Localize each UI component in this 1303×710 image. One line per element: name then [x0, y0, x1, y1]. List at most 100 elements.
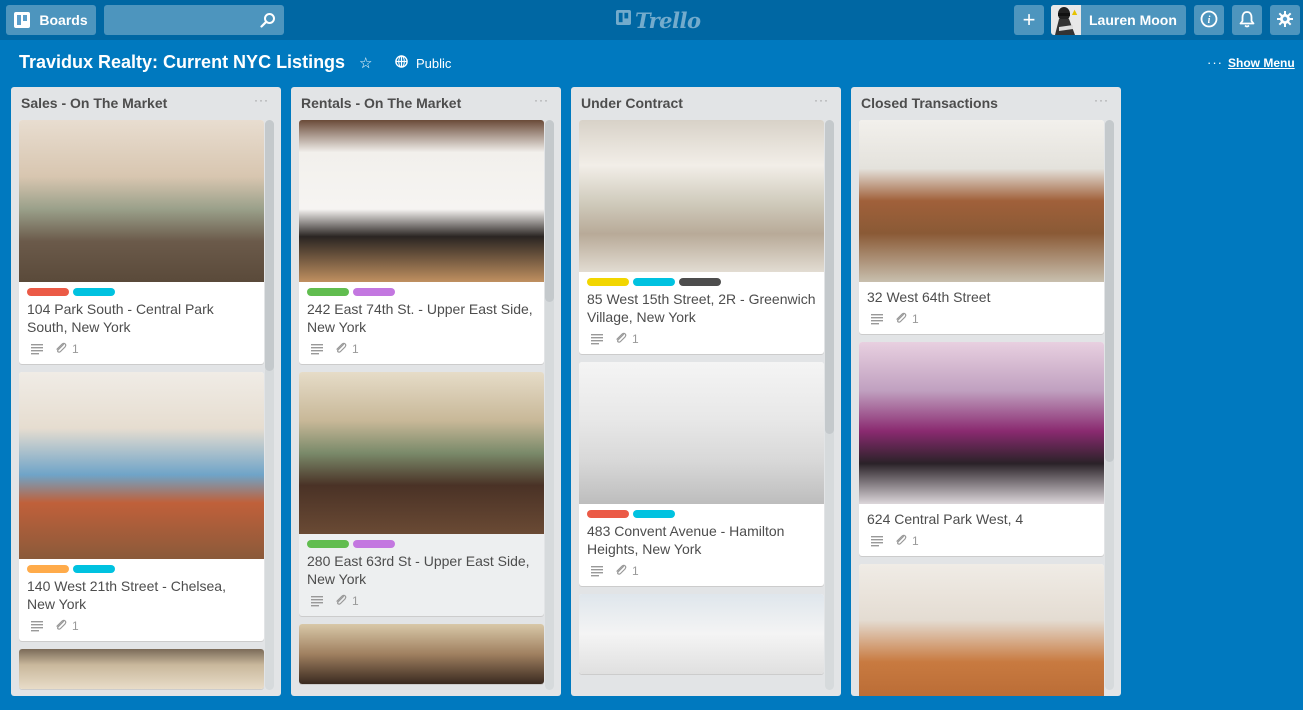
card[interactable]: 624 Central Park West, 4 1: [859, 342, 1104, 556]
list-scrollbar-thumb[interactable]: [545, 120, 554, 303]
card-badges: 1: [27, 617, 256, 635]
star-icon[interactable]: ☆: [359, 54, 372, 72]
label-sky[interactable]: [73, 565, 115, 573]
card[interactable]: [19, 649, 264, 689]
list-title[interactable]: Sales - On The Market: [21, 95, 167, 111]
description-icon: [871, 535, 883, 547]
user-menu-button[interactable]: ▲ Lauren Moon: [1051, 5, 1186, 35]
trello-logo-icon: [616, 10, 631, 30]
visibility-button[interactable]: Public: [395, 55, 451, 71]
list-menu-icon[interactable]: ···: [254, 93, 269, 107]
svg-text:i: i: [1208, 15, 1211, 26]
label-red[interactable]: [587, 510, 629, 518]
description-icon: [591, 333, 603, 345]
list-scrollbar-thumb[interactable]: [265, 120, 274, 371]
card-body: 242 East 74th St. - Upper East Side, New…: [299, 282, 544, 364]
card-stack: 104 Park South - Central Park South, New…: [19, 120, 264, 696]
label-green[interactable]: [307, 288, 349, 296]
settings-button[interactable]: [1270, 5, 1300, 35]
card-cover-image: [859, 120, 1104, 282]
list-scrollbar[interactable]: [1105, 120, 1114, 690]
label-yellow[interactable]: [587, 278, 629, 286]
card-cover-image: [859, 564, 1104, 696]
attachment-icon: [55, 342, 67, 357]
info-button[interactable]: i: [1194, 5, 1224, 35]
card-labels: [27, 565, 256, 573]
card[interactable]: 104 Park South - Central Park South, New…: [19, 120, 264, 364]
attachment-count: 1: [632, 564, 639, 578]
attachment-icon: [895, 534, 907, 549]
card-cover-image: [579, 362, 824, 504]
label-sky[interactable]: [73, 288, 115, 296]
card[interactable]: 140 West 21th Street - Chelsea, New York…: [19, 372, 264, 641]
card[interactable]: 85 West 15th Street, 2R - Greenwich Vill…: [579, 120, 824, 354]
list-title[interactable]: Closed Transactions: [861, 95, 998, 111]
label-sky[interactable]: [633, 278, 675, 286]
attachment-badge: 1: [335, 342, 359, 357]
list-3: Under Contract ··· 85 West 15th Street, 2R…: [571, 87, 841, 696]
card-cover-image: [579, 120, 824, 272]
board-title[interactable]: Travidux Realty: Current NYC Listings: [19, 52, 345, 73]
list-menu-icon[interactable]: ···: [1094, 93, 1109, 107]
list-scrollbar[interactable]: [825, 120, 834, 690]
attachment-badge: 1: [55, 342, 79, 357]
show-menu-link[interactable]: Show Menu: [1228, 56, 1295, 70]
list-scrollbar[interactable]: [545, 120, 554, 690]
list-scrollbar[interactable]: [265, 120, 274, 690]
card[interactable]: 242 East 74th St. - Upper East Side, New…: [299, 120, 544, 364]
bell-icon: [1239, 10, 1255, 31]
list-scrollbar-thumb[interactable]: [825, 120, 834, 434]
label-sky[interactable]: [633, 510, 675, 518]
card[interactable]: [299, 624, 544, 684]
label-black[interactable]: [679, 278, 721, 286]
card-labels: [27, 288, 256, 296]
card-cover-image: [859, 342, 1104, 504]
attachment-badge: 1: [55, 619, 79, 634]
add-button[interactable]: +: [1014, 5, 1044, 35]
attachment-icon: [335, 342, 347, 357]
attachment-icon: [895, 312, 907, 327]
list-title[interactable]: Under Contract: [581, 95, 683, 111]
info-icon: i: [1200, 10, 1218, 31]
label-purple[interactable]: [353, 288, 395, 296]
label-purple[interactable]: [353, 540, 395, 548]
description-icon: [591, 565, 603, 577]
more-icon[interactable]: ···: [1207, 55, 1223, 70]
boards-button[interactable]: Boards: [6, 5, 96, 35]
list-menu-icon[interactable]: ···: [534, 93, 549, 107]
card-badges: 1: [587, 562, 816, 580]
list-4: Closed Transactions ··· 32 West 64th Stree…: [851, 87, 1121, 696]
card-cover-image: [299, 372, 544, 534]
list-title[interactable]: Rentals - On The Market: [301, 95, 461, 111]
card-cover-image: [19, 372, 264, 559]
card[interactable]: 280 East 63rd St - Upper East Side, New …: [299, 372, 544, 616]
card[interactable]: 32 West 64th Street 1: [859, 120, 1104, 334]
user-name: Lauren Moon: [1089, 12, 1177, 28]
card-cover-image: [19, 120, 264, 282]
attachment-badge: 1: [895, 312, 919, 327]
card[interactable]: [859, 564, 1104, 696]
search-box[interactable]: [104, 5, 284, 35]
list-scrollbar-thumb[interactable]: [1105, 120, 1114, 462]
card-title: 242 East 74th St. - Upper East Side, New…: [307, 301, 533, 335]
attachment-count: 1: [912, 534, 919, 548]
card-body: 483 Convent Avenue - Hamilton Heights, N…: [579, 504, 824, 586]
label-red[interactable]: [27, 288, 69, 296]
card-labels: [307, 540, 536, 548]
label-orange[interactable]: [27, 565, 69, 573]
label-green[interactable]: [307, 540, 349, 548]
card-badges: 1: [867, 532, 1096, 550]
trello-logo[interactable]: Trello: [616, 8, 701, 33]
description-icon: [871, 313, 883, 325]
notifications-button[interactable]: [1232, 5, 1262, 35]
description-icon: [311, 343, 323, 355]
search-input[interactable]: [104, 5, 284, 35]
list-2: Rentals - On The Market ··· 242 East 74th …: [291, 87, 561, 696]
list-menu-icon[interactable]: ···: [814, 93, 829, 107]
card-badges: 1: [307, 340, 536, 358]
card[interactable]: 483 Convent Avenue - Hamilton Heights, N…: [579, 362, 824, 586]
card[interactable]: [579, 594, 824, 674]
card-title: 104 Park South - Central Park South, New…: [27, 301, 214, 335]
search-icon[interactable]: [260, 12, 276, 33]
card-body: 280 East 63rd St - Upper East Side, New …: [299, 534, 544, 616]
